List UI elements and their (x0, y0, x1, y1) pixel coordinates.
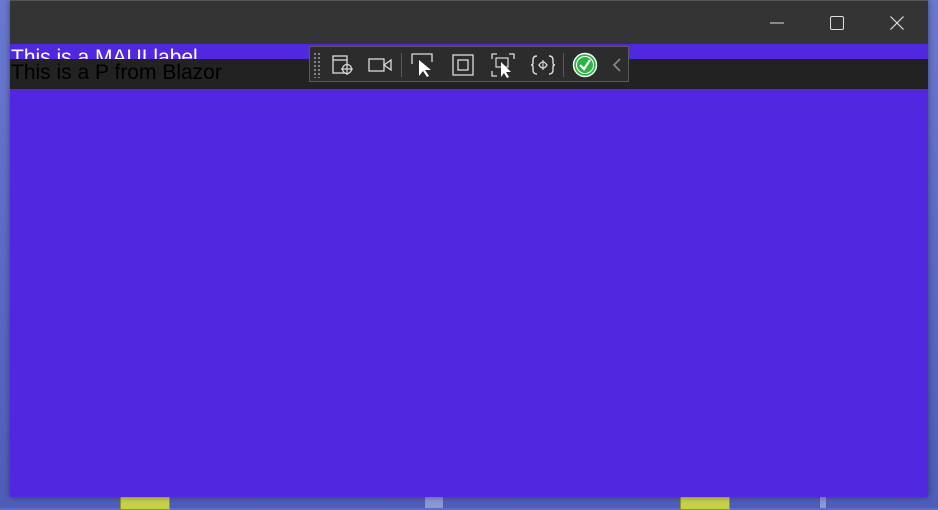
maximize-button[interactable] (808, 1, 866, 45)
binding-icon (530, 55, 556, 75)
chevron-left-icon (612, 58, 621, 72)
minimize-icon (770, 22, 784, 24)
layout-adorners-button[interactable] (448, 50, 478, 80)
check-circle-icon (572, 52, 598, 78)
title-bar[interactable] (10, 0, 928, 44)
in-app-dev-toolbar (309, 46, 629, 82)
select-element-icon (411, 53, 433, 77)
accessibility-scan-button[interactable] (570, 50, 600, 80)
record-button[interactable] (365, 50, 395, 80)
close-button[interactable] (868, 1, 926, 45)
track-focused-element-button[interactable] (488, 50, 518, 80)
video-camera-icon (368, 58, 392, 72)
select-element-button[interactable] (408, 50, 438, 80)
live-visual-tree-icon (332, 55, 353, 75)
maui-label: This is a MAUI label (11, 46, 198, 60)
blazor-paragraph: This is a P from Blazor (11, 61, 222, 84)
layout-adorner-icon (452, 54, 474, 76)
live-visual-tree-button[interactable] (328, 50, 358, 80)
binding-failures-button[interactable] (528, 50, 558, 80)
toolbar-separator (401, 53, 402, 77)
desktop-strip (820, 497, 826, 508)
maximize-icon (830, 16, 844, 30)
toolbar-separator (563, 53, 564, 77)
toolbar-grip-handle[interactable] (313, 52, 321, 78)
close-icon (890, 16, 904, 30)
track-focus-icon (491, 53, 515, 78)
collapse-toolbar-button[interactable] (602, 50, 632, 80)
minimize-button[interactable] (748, 1, 806, 45)
desktop-strip (425, 497, 443, 508)
